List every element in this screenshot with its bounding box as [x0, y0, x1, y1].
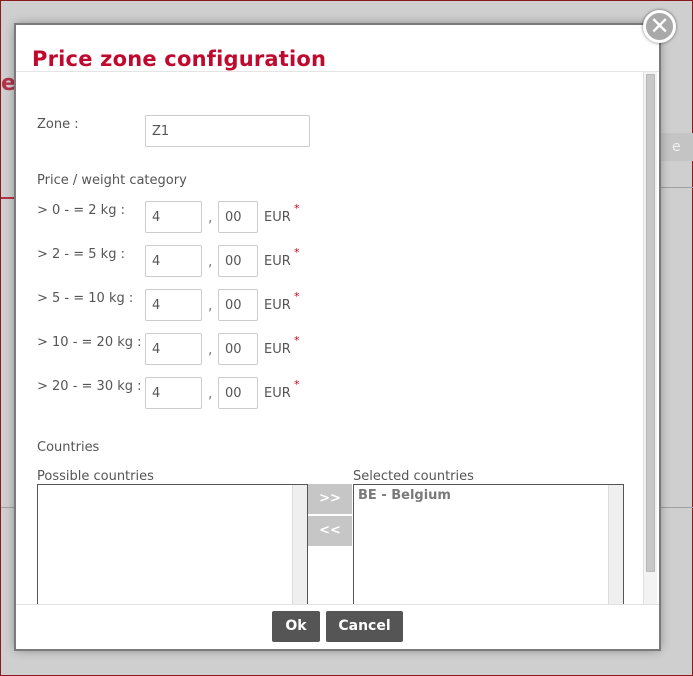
dialog-scrollbar[interactable]: [643, 72, 657, 604]
background-heading-fragment: e: [1, 71, 16, 96]
price-cents-input[interactable]: [218, 201, 258, 233]
category-label: > 20 - = 30 kg :: [37, 379, 142, 394]
currency-label: EUR: [264, 254, 291, 269]
required-marker: *: [294, 202, 300, 215]
background-divider: [660, 507, 693, 508]
zone-label: Zone :: [37, 117, 79, 132]
cancel-button[interactable]: Cancel: [326, 611, 403, 642]
add-country-button[interactable]: >>: [308, 484, 352, 514]
price-cents-input[interactable]: [218, 333, 258, 365]
price-units-input[interactable]: [145, 245, 202, 277]
currency-label: EUR: [264, 342, 291, 357]
background-button-fragment: e: [660, 133, 693, 161]
price-units-input[interactable]: [145, 289, 202, 321]
required-marker: *: [294, 246, 300, 259]
price-units-input[interactable]: [145, 201, 202, 233]
possible-countries-label: Possible countries: [37, 469, 154, 484]
price-zone-dialog: Price zone configuration Zone : Price / …: [16, 25, 659, 649]
required-marker: *: [294, 334, 300, 347]
dialog-title: Price zone configuration: [32, 47, 327, 71]
list-item[interactable]: BE - Belgium: [358, 488, 451, 503]
currency-label: EUR: [264, 210, 291, 225]
decimal-separator: ,: [208, 254, 213, 270]
price-cents-input[interactable]: [218, 377, 258, 409]
category-label: > 0 - = 2 kg :: [37, 203, 125, 218]
currency-label: EUR: [264, 386, 291, 401]
background-divider: [1, 507, 17, 508]
required-marker: *: [294, 378, 300, 391]
selected-countries-list[interactable]: BE - Belgium: [353, 484, 624, 604]
decimal-separator: ,: [208, 298, 213, 314]
category-label: > 2 - = 5 kg :: [37, 247, 125, 262]
scrollbar-thumb[interactable]: [646, 74, 655, 572]
selected-countries-label: Selected countries: [353, 469, 474, 484]
remove-country-button[interactable]: <<: [308, 516, 352, 546]
category-label: > 5 - = 10 kg :: [37, 291, 134, 306]
dialog-footer: Ok Cancel: [16, 604, 659, 649]
decimal-separator: ,: [208, 386, 213, 402]
ok-button[interactable]: Ok: [272, 611, 320, 642]
countries-label: Countries: [37, 440, 100, 455]
close-icon[interactable]: ✕: [643, 10, 676, 43]
currency-label: EUR: [264, 298, 291, 313]
dialog-content[interactable]: Zone : Price / weight category > 0 - = 2…: [16, 72, 643, 604]
zone-input[interactable]: [145, 115, 310, 147]
decimal-separator: ,: [208, 210, 213, 226]
category-label: > 10 - = 20 kg :: [37, 335, 142, 350]
possible-countries-list[interactable]: [37, 484, 308, 604]
price-weight-label: Price / weight category: [37, 173, 187, 188]
price-cents-input[interactable]: [218, 289, 258, 321]
price-cents-input[interactable]: [218, 245, 258, 277]
background-divider: [1, 197, 17, 199]
list-scrollbar[interactable]: [292, 485, 307, 604]
background-divider: [660, 187, 693, 188]
required-marker: *: [294, 290, 300, 303]
price-units-input[interactable]: [145, 333, 202, 365]
list-scrollbar[interactable]: [608, 485, 623, 604]
price-units-input[interactable]: [145, 377, 202, 409]
decimal-separator: ,: [208, 342, 213, 358]
